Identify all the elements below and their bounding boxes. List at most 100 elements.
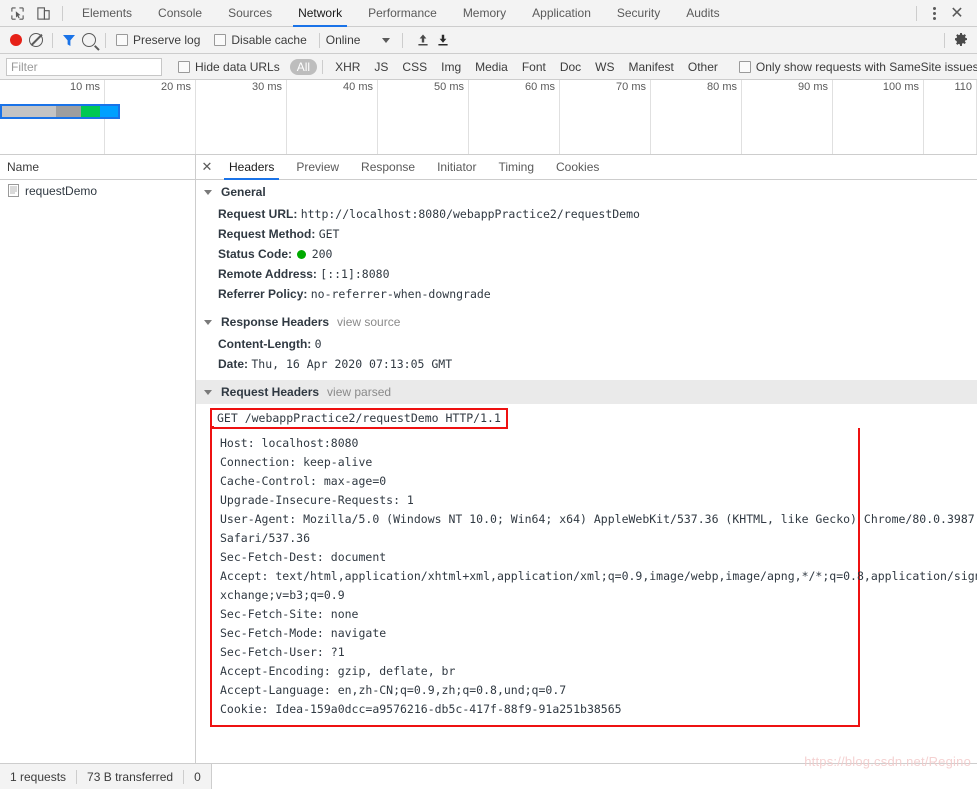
request-details-pane: ✕ Headers Preview Response Initiator Tim… [196, 155, 977, 763]
section-response-headers-title: Response Headers [221, 315, 330, 329]
export-har-icon[interactable] [433, 30, 453, 50]
filter-type-font[interactable]: Font [515, 59, 553, 75]
filter-type-ws[interactable]: WS [588, 59, 621, 75]
disable-cache-label: Disable cache [231, 33, 307, 47]
timeline-tick: 110 [0, 80, 977, 154]
more-options-icon[interactable] [923, 2, 945, 24]
filter-type-img[interactable]: Img [434, 59, 468, 75]
filter-divider [322, 59, 324, 74]
section-general-header[interactable]: General [196, 180, 977, 204]
network-body: Name requestDemo ✕ Headers Preview Respo… [0, 155, 977, 763]
header-value[interactable]: http://localhost:8080/webappPractice2/re… [301, 207, 640, 221]
raw-header-line: Host: localhost:8080 [220, 436, 359, 450]
nettoolbar-divider-1 [52, 32, 53, 48]
filter-type-all[interactable]: All [289, 58, 318, 75]
header-row: Request URL: http://localhost:8080/webap… [196, 204, 977, 224]
view-source-link[interactable]: view source [337, 315, 400, 329]
disclosure-triangle-icon [204, 319, 212, 325]
disable-cache-checkbox[interactable]: Disable cache [214, 33, 307, 47]
requests-list-empty-space [0, 201, 195, 763]
tab-audits[interactable]: Audits [673, 0, 732, 27]
search-icon[interactable] [79, 30, 99, 50]
raw-header-line: Sec-Fetch-Mode: navigate [220, 626, 387, 640]
tab-timing[interactable]: Timing [487, 155, 545, 180]
status-transferred: 73 B transferred [87, 769, 174, 784]
tab-console[interactable]: Console [145, 0, 215, 27]
filter-type-manifest[interactable]: Manifest [622, 59, 681, 75]
header-row: Remote Address: [::1]:8080 [196, 264, 977, 284]
header-name: Date: [218, 357, 249, 371]
disable-cache-box[interactable] [214, 34, 227, 46]
header-value: 200 [311, 247, 333, 261]
section-response-headers-header[interactable]: Response Headers view source [196, 310, 977, 334]
inspect-element-icon[interactable] [4, 1, 30, 25]
device-toolbar-icon[interactable] [30, 1, 56, 25]
filter-type-media[interactable]: Media [468, 59, 515, 75]
throttle-dropdown[interactable]: Online [326, 33, 391, 47]
hide-data-urls-checkbox[interactable]: Hide data URLs [178, 60, 280, 74]
status-ok-icon [297, 250, 307, 259]
tab-elements[interactable]: Elements [69, 0, 145, 27]
timeline-bar-segment-waiting [55, 106, 82, 117]
preserve-log-checkbox[interactable]: Preserve log [116, 33, 200, 47]
close-devtools-icon[interactable]: ✕ [945, 2, 969, 24]
filter-icon[interactable] [59, 30, 79, 50]
tabbar-right-actions: ✕ [910, 2, 973, 24]
hide-data-urls-label: Hide data URLs [195, 59, 280, 74]
record-button[interactable] [6, 30, 26, 50]
request-line-annotated: GET /webappPractice2/requestDemo HTTP/1.… [210, 408, 508, 429]
samesite-issues-label: Only show requests with SameSite issues [755, 59, 977, 74]
tab-response[interactable]: Response [350, 155, 426, 180]
nettoolbar-divider-5 [944, 32, 945, 48]
filter-type-xhr[interactable]: XHR [328, 59, 367, 75]
timeline-bar[interactable] [0, 104, 120, 119]
gear-icon[interactable] [951, 30, 971, 50]
raw-request-headers: GET /webappPractice2/requestDemo HTTP/1.… [196, 404, 977, 727]
filter-type-doc[interactable]: Doc [553, 59, 588, 75]
preserve-log-label: Preserve log [133, 33, 201, 47]
tab-performance[interactable]: Performance [355, 0, 450, 27]
tab-cookies[interactable]: Cookies [545, 155, 610, 180]
timeline-tick-label: 110 [954, 81, 972, 93]
tab-headers[interactable]: Headers [218, 155, 285, 180]
raw-header-line: Accept-Encoding: gzip, deflate, br [220, 664, 456, 678]
tab-security[interactable]: Security [604, 0, 673, 27]
import-har-icon[interactable] [413, 30, 433, 50]
raw-header-line: User-Agent: Mozilla/5.0 (Windows NT 10.0… [220, 512, 977, 526]
header-name: Request Method: [218, 227, 316, 241]
nettoolbar-divider-4 [402, 32, 404, 48]
raw-headers-annotation-box: Host: localhost:8080 Connection: keep-ali… [210, 426, 977, 727]
network-timeline-overview[interactable]: 10 ms 20 ms 30 ms 40 ms 50 ms 60 ms 70 ms 80 ms… [0, 80, 977, 155]
view-parsed-link[interactable]: view parsed [327, 385, 391, 399]
devtools-tabbar: Elements Console Sources Network Perform… [0, 0, 977, 27]
close-details-icon[interactable]: ✕ [196, 155, 218, 180]
tab-preview[interactable]: Preview [285, 155, 350, 180]
filter-input[interactable] [6, 57, 162, 76]
filter-type-css[interactable]: CSS [395, 59, 434, 75]
samesite-issues-box[interactable] [738, 60, 751, 73]
list-item[interactable]: requestDemo [0, 180, 195, 201]
tab-initiator[interactable]: Initiator [426, 155, 487, 180]
tab-memory[interactable]: Memory [450, 0, 519, 27]
raw-header-line: Accept-Language: en,zh-CN;q=0.9,zh;q=0.8… [220, 683, 567, 697]
header-name: Request URL: [218, 207, 298, 221]
hide-data-urls-box[interactable] [178, 60, 190, 73]
tab-application[interactable]: Application [519, 0, 604, 27]
tab-network[interactable]: Network [285, 0, 355, 27]
clear-icon[interactable] [26, 30, 46, 50]
section-request-headers-header[interactable]: Request Headers view parsed [196, 380, 977, 404]
filter-type-js[interactable]: JS [367, 59, 395, 75]
tab-sources[interactable]: Sources [215, 0, 285, 27]
preserve-log-box[interactable] [116, 34, 128, 46]
section-request-headers-title: Request Headers [221, 385, 320, 399]
toolbar-divider-right [916, 5, 917, 21]
requests-column-header[interactable]: Name [0, 155, 195, 180]
headers-content: General Request URL: http://localhost:80… [196, 180, 977, 763]
filter-type-other[interactable]: Other [681, 59, 725, 75]
header-row: Status Code: 200 [196, 244, 977, 264]
samesite-issues-checkbox[interactable]: Only show requests with SameSite issues [738, 59, 977, 74]
header-value: Thu, 16 Apr 2020 07:13:05 GMT [251, 357, 453, 371]
header-value: [::1]:8080 [320, 267, 390, 281]
timeline-bar-segment-content-download [81, 106, 101, 117]
header-value: 0 [314, 337, 322, 351]
